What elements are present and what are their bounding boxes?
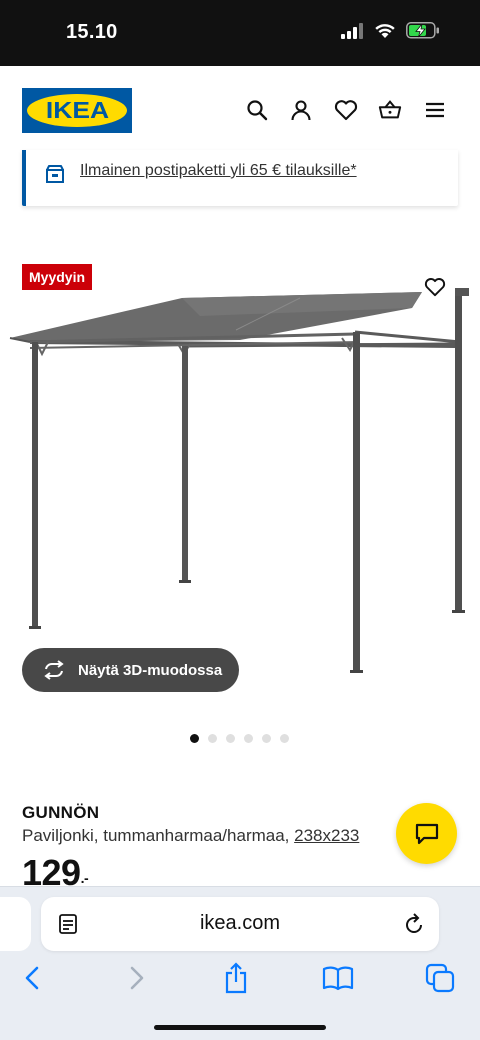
url-text: ikea.com xyxy=(199,912,281,934)
parcel-icon xyxy=(46,165,64,183)
carousel-dot[interactable] xyxy=(262,734,271,743)
product-size-link[interactable]: 238x233 xyxy=(294,826,359,845)
bookmarks-icon[interactable] xyxy=(321,961,355,995)
menu-icon[interactable] xyxy=(423,98,447,122)
home-indicator[interactable] xyxy=(154,1025,326,1030)
previous-tab-preview[interactable] xyxy=(0,897,31,951)
carousel-dot[interactable] xyxy=(208,734,217,743)
battery-charging-icon xyxy=(406,22,439,39)
product-description: Paviljonki, tummanharmaa/harmaa, 238x233 xyxy=(22,826,359,846)
signal-icon xyxy=(341,22,363,39)
shipping-text[interactable]: Ilmainen postipaketti yli 65 € tilauksil… xyxy=(80,162,357,180)
logo-text: IKEA xyxy=(45,97,109,123)
share-icon[interactable] xyxy=(219,961,253,995)
carousel-dot[interactable] xyxy=(280,734,289,743)
status-icons xyxy=(340,22,440,39)
browser-toolbar xyxy=(0,961,480,995)
chat-icon xyxy=(415,823,438,844)
product-description-text: Paviljonki, tummanharmaa/harmaa, xyxy=(22,826,295,845)
address-bar[interactable]: ikea.com xyxy=(41,897,439,951)
product-image[interactable] xyxy=(0,246,480,716)
price-suffix: .- xyxy=(80,870,89,886)
account-icon[interactable] xyxy=(289,98,313,122)
image-carousel-dots xyxy=(190,734,289,743)
tabs-icon[interactable] xyxy=(423,961,457,995)
search-icon[interactable] xyxy=(245,98,269,122)
browser-bar: ikea.com xyxy=(0,886,480,1040)
wifi-icon xyxy=(375,23,395,38)
view-3d-label: Näytä 3D-muodossa xyxy=(78,661,223,679)
basket-icon[interactable] xyxy=(378,98,402,122)
carousel-dot[interactable] xyxy=(226,734,235,743)
bestseller-badge: Myydyin xyxy=(22,264,93,290)
forward-icon[interactable] xyxy=(120,961,154,995)
view-3d-button[interactable]: Näytä 3D-muodossa xyxy=(22,648,239,692)
back-icon[interactable] xyxy=(15,961,49,995)
add-to-favourites-button[interactable] xyxy=(420,272,450,302)
carousel-dot[interactable] xyxy=(244,734,253,743)
rotate-3d-icon xyxy=(44,660,64,680)
heart-icon[interactable] xyxy=(334,98,358,122)
logo-oval: IKEA xyxy=(27,94,127,127)
product-name: GUNNÖN xyxy=(22,803,100,822)
site-header: IKEA xyxy=(0,66,480,156)
chat-button[interactable] xyxy=(396,803,457,864)
reload-icon[interactable] xyxy=(403,912,425,936)
shipping-banner[interactable]: Ilmainen postipaketti yli 65 € tilauksil… xyxy=(22,150,458,206)
heart-icon xyxy=(424,278,446,297)
carousel-dot[interactable] xyxy=(190,734,199,743)
status-time: 15.10 xyxy=(66,21,118,43)
ikea-logo[interactable]: IKEA xyxy=(22,88,132,133)
status-bar: 15.10 xyxy=(0,0,480,66)
